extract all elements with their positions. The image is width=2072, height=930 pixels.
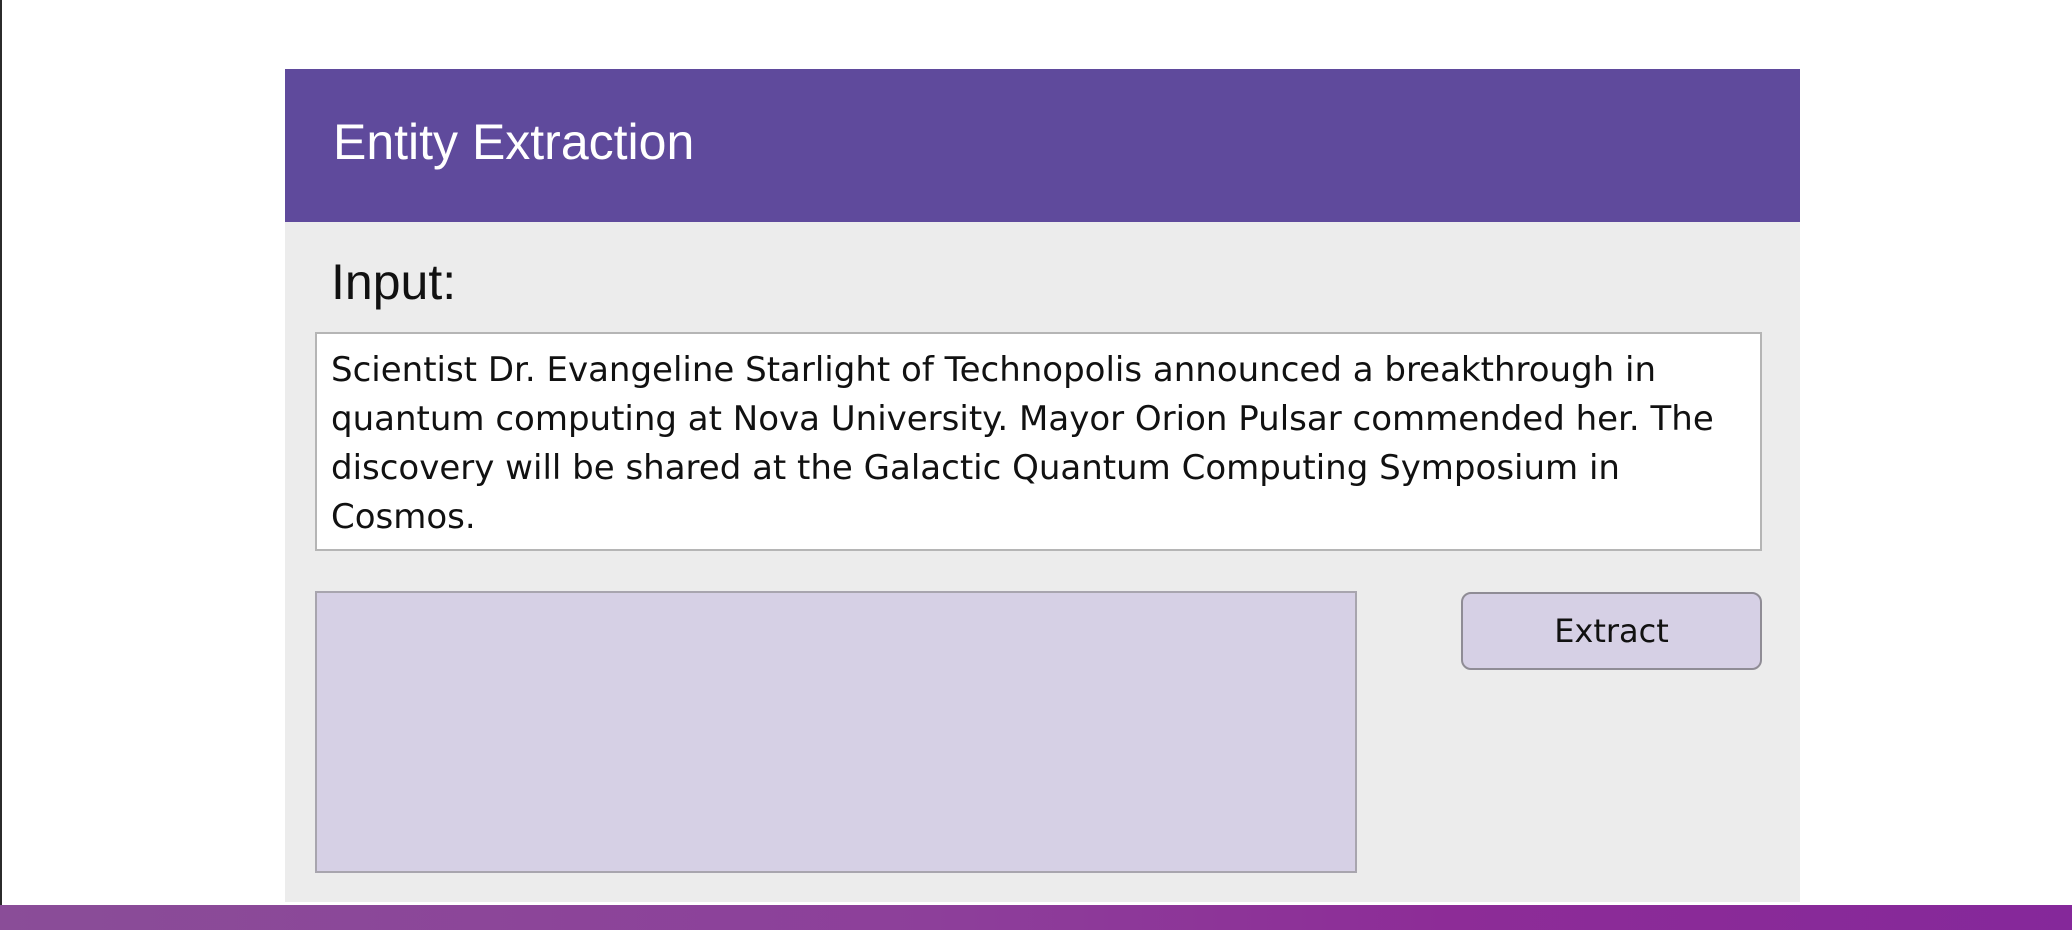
header-bar: Entity Extraction: [285, 69, 1800, 222]
entity-extraction-panel: Entity Extraction Input: Scientist Dr. E…: [285, 69, 1800, 902]
bottom-decorative-bar: [0, 905, 2072, 930]
input-textarea[interactable]: Scientist Dr. Evangeline Starlight of Te…: [315, 332, 1762, 551]
window-edge: [0, 0, 2, 930]
input-label: Input:: [331, 254, 457, 310]
page-title: Entity Extraction: [333, 114, 695, 170]
output-area: [315, 591, 1357, 873]
extract-button[interactable]: Extract: [1461, 592, 1762, 670]
